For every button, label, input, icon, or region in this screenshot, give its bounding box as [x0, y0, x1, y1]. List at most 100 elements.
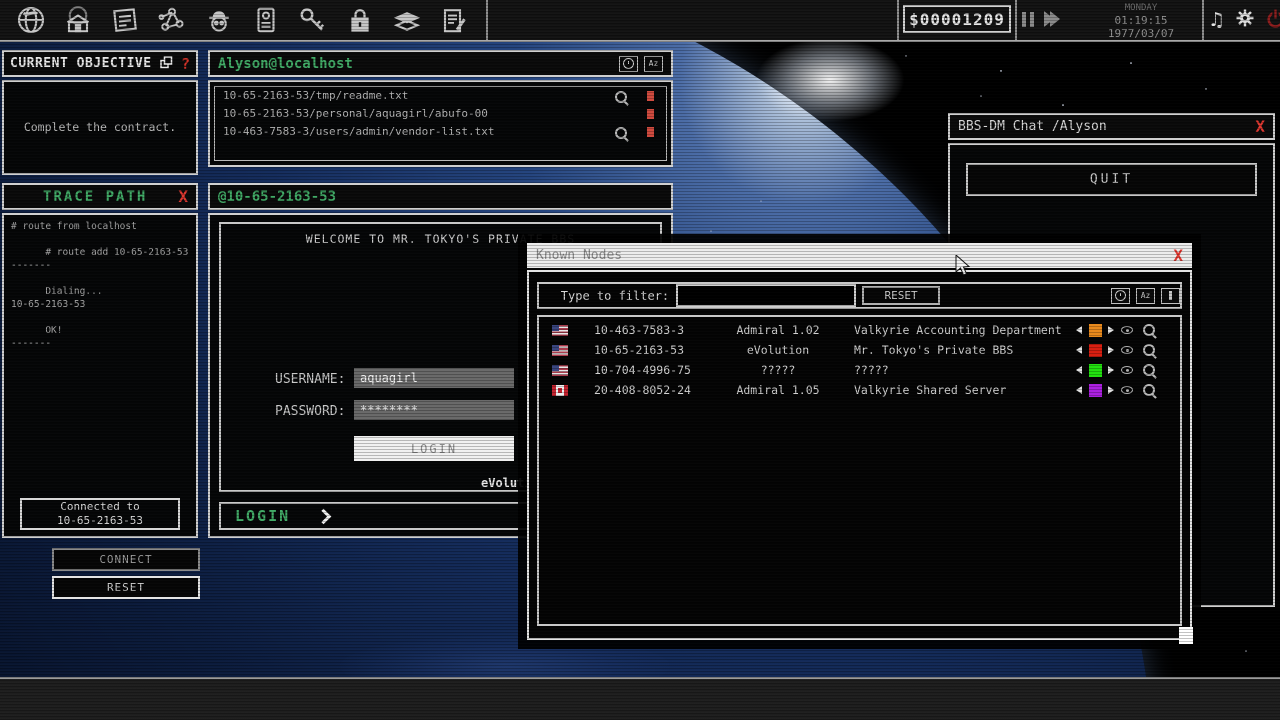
- view-file-icon[interactable]: [615, 91, 627, 103]
- help-icon[interactable]: ?: [181, 55, 190, 73]
- newspaper-icon[interactable]: [108, 4, 141, 37]
- node-table: 10-463-7583-3 Admiral 1.02 Valkyrie Acco…: [537, 315, 1182, 626]
- filter-label: Type to filter:: [539, 289, 669, 303]
- connect-button[interactable]: CONNECT: [52, 548, 200, 571]
- tool-icon-group: [14, 3, 470, 37]
- bar-icon: [1169, 291, 1172, 300]
- files-title: Alyson@localhost: [218, 56, 613, 72]
- close-icon[interactable]: X: [1173, 248, 1183, 264]
- color-next-icon[interactable]: [1108, 366, 1121, 374]
- status-line: Connected to: [22, 500, 178, 514]
- watch-node-icon[interactable]: [1121, 386, 1143, 394]
- color-next-icon[interactable]: [1108, 346, 1121, 354]
- username-field[interactable]: [354, 368, 514, 388]
- power-icon[interactable]: [1265, 8, 1280, 33]
- connection-status: Connected to 10-65-2163-53: [20, 498, 180, 530]
- money-display: $00001209: [903, 5, 1011, 33]
- spy-gear-icon[interactable]: [202, 4, 235, 37]
- toolbar-divider: [897, 0, 899, 40]
- chat-title: BBS-DM Chat /Alyson: [958, 119, 1255, 134]
- objective-text: Complete the contract.: [4, 120, 196, 134]
- inspect-node-icon[interactable]: [1143, 324, 1155, 336]
- fast-forward-icon[interactable]: [1044, 11, 1060, 27]
- pause-icon[interactable]: [1022, 12, 1034, 27]
- known-nodes-body: Type to filter: RESET Az 10-463-7583-3 A…: [527, 270, 1192, 640]
- resize-handle[interactable]: [1179, 627, 1193, 644]
- restore-window-icon[interactable]: [160, 54, 173, 73]
- color-next-icon[interactable]: [1108, 326, 1121, 334]
- sort-recent-button[interactable]: [1111, 288, 1130, 304]
- sort-recent-button[interactable]: [619, 56, 638, 72]
- filter-reset-button[interactable]: RESET: [862, 286, 940, 305]
- node-row[interactable]: 10-704-4996-75 ????? ?????: [539, 360, 1180, 380]
- password-field[interactable]: [354, 400, 514, 420]
- sort-alpha-button[interactable]: Az: [644, 56, 663, 72]
- chat-titlebar[interactable]: BBS-DM Chat /Alyson X: [948, 113, 1275, 140]
- node-color-swatch[interactable]: [1089, 364, 1102, 377]
- keys-icon[interactable]: [296, 4, 329, 37]
- software-icon[interactable]: [390, 4, 423, 37]
- world-map-icon[interactable]: [14, 4, 47, 37]
- node-row[interactable]: 10-463-7583-3 Admiral 1.02 Valkyrie Acco…: [539, 320, 1180, 340]
- filter-input[interactable]: [676, 284, 856, 307]
- locks-icon[interactable]: [343, 4, 376, 37]
- inspect-node-icon[interactable]: [1143, 384, 1155, 396]
- color-next-icon[interactable]: [1108, 386, 1121, 394]
- system-icon-group: ♫: [1208, 5, 1280, 35]
- reset-button[interactable]: RESET: [52, 576, 200, 599]
- star: [980, 95, 982, 97]
- contracts-icon[interactable]: [437, 4, 470, 37]
- file-row: 10-463-7583-3/users/admin/vendor-list.tx…: [215, 123, 666, 141]
- inspect-node-icon[interactable]: [1143, 364, 1155, 376]
- view-file-icon[interactable]: [615, 127, 627, 139]
- watch-node-icon[interactable]: [1121, 366, 1143, 374]
- delete-file-icon[interactable]: [647, 109, 654, 119]
- delete-file-icon[interactable]: [647, 127, 654, 137]
- login-button[interactable]: LOGIN: [354, 436, 514, 461]
- watch-node-icon[interactable]: [1121, 346, 1143, 354]
- color-prev-icon[interactable]: [1076, 326, 1089, 334]
- node-number: 10-65-2163-53: [594, 343, 702, 357]
- star: [1245, 650, 1247, 652]
- node-client: eVolution: [702, 343, 854, 357]
- pin-column-button[interactable]: [1161, 288, 1180, 304]
- close-icon[interactable]: X: [1255, 119, 1265, 135]
- color-prev-icon[interactable]: [1076, 366, 1089, 374]
- settings-gear-icon[interactable]: [1235, 8, 1255, 32]
- node-row[interactable]: 20-408-8052-24 Admiral 1.05 Valkyrie Sha…: [539, 380, 1180, 400]
- star: [1130, 62, 1132, 64]
- node-color-swatch[interactable]: [1089, 344, 1102, 357]
- color-prev-icon[interactable]: [1076, 386, 1089, 394]
- known-nodes-titlebar[interactable]: Known Nodes X: [527, 243, 1192, 268]
- keycard-icon[interactable]: [249, 4, 282, 37]
- bottom-bar: [0, 677, 1280, 720]
- watch-node-icon[interactable]: [1121, 326, 1143, 334]
- node-row[interactable]: 10-65-2163-53 eVolution Mr. Tokyo's Priv…: [539, 340, 1180, 360]
- node-titlebar[interactable]: @10-65-2163-53: [208, 183, 673, 210]
- objective-titlebar[interactable]: CURRENT OBJECTIVE ?: [2, 50, 198, 77]
- az-icon: Az: [649, 60, 659, 68]
- files-titlebar[interactable]: Alyson@localhost Az: [208, 50, 673, 77]
- color-prev-icon[interactable]: [1076, 346, 1089, 354]
- sort-alpha-button[interactable]: Az: [1136, 288, 1155, 304]
- node-color-swatch[interactable]: [1089, 324, 1102, 337]
- username-label: USERNAME:: [275, 372, 345, 387]
- trace-titlebar[interactable]: TRACE PATH X: [2, 183, 198, 210]
- music-icon[interactable]: ♫: [1208, 11, 1225, 30]
- quit-button[interactable]: QUIT: [966, 163, 1257, 196]
- node-client: Admiral 1.05: [702, 383, 854, 397]
- known-nodes-window: Known Nodes X Type to filter: RESET Az 1…: [527, 243, 1192, 640]
- node-number: 10-704-4996-75: [594, 363, 702, 377]
- delete-file-icon[interactable]: [647, 91, 654, 101]
- node-color-swatch[interactable]: [1089, 384, 1102, 397]
- university-icon[interactable]: [61, 4, 94, 37]
- objective-panel: Complete the contract.: [2, 80, 198, 175]
- clock-icon: [1115, 290, 1126, 301]
- file-row: 10-65-2163-53/tmp/readme.txt: [215, 87, 666, 105]
- network-map-icon[interactable]: [155, 4, 188, 37]
- inspect-node-icon[interactable]: [1143, 344, 1155, 356]
- money-value: $00001209: [909, 10, 1005, 29]
- toolbar-divider: [1015, 0, 1017, 40]
- close-icon[interactable]: X: [178, 189, 188, 205]
- status-line: 10-65-2163-53: [22, 514, 178, 528]
